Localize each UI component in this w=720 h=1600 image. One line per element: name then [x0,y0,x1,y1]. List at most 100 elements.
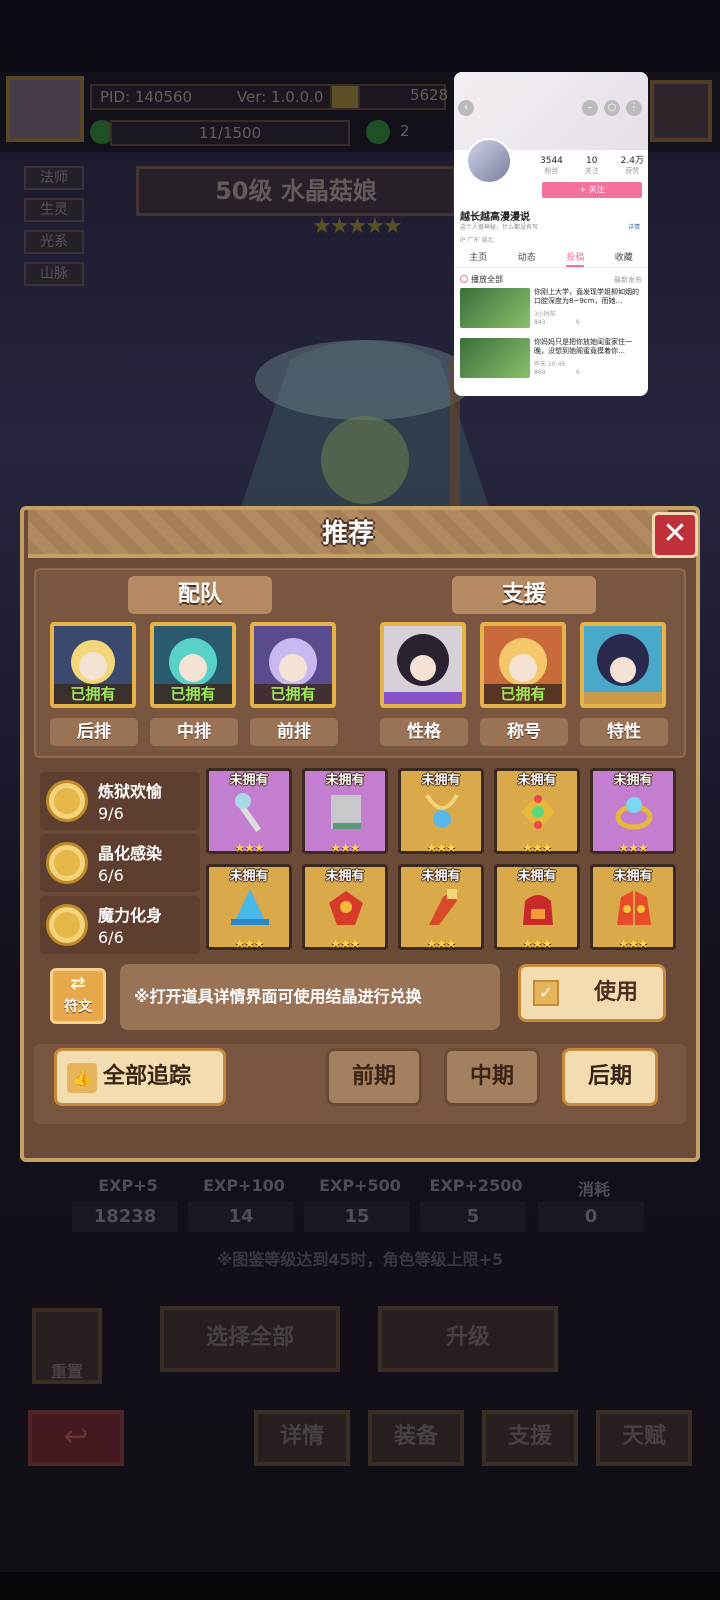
close-button[interactable]: ✕ [652,512,698,558]
video-title: 你刚上大学，竟发现学姐柳如烟的口腔深度为8~9cm，而她… [534,288,639,305]
search-icon[interactable]: ○ [604,100,620,116]
flame-gloves-icon [617,891,651,925]
not-owned-label: 未拥有 [421,869,461,884]
stat-following[interactable]: 10 关注 [585,156,599,176]
item-spellbook[interactable]: 未拥有 ★★★ [302,768,388,855]
crystal-hat-icon [231,889,269,925]
stage-mid-button[interactable]: 中期 [444,1048,540,1106]
back-arrow-icon[interactable]: ‹ [458,100,474,116]
personality-bar [384,692,462,704]
floating-video-window[interactable]: ‹ – ○ ⋮ 3544 粉丝 10 关注 2.4万 获赞 + 关注 越长越高漫漫说 … [454,72,648,396]
stat-fans[interactable]: 3544 粉丝 [540,156,563,176]
track-all-button[interactable]: 👍 全部追踪 [54,1048,226,1106]
stat-likes: 2.4万 获赞 [620,156,644,175]
item-stars: ★★★ [426,841,456,855]
not-owned-label: 未拥有 [613,869,653,884]
thumbs-up-icon: 👍 [67,1063,97,1093]
item-crystal-hat[interactable]: 未拥有 ★★★ [206,864,292,951]
item-ring[interactable]: 未拥有 ★★★ [590,768,676,855]
video-time: 昨天 10:45 [534,361,566,368]
profile-tabs: 主页 动态 投稿 收藏 [454,250,648,268]
skill-coin-icon [46,904,88,946]
not-owned-label: 未拥有 [325,773,365,788]
item-flame-gloves[interactable]: 未拥有 ★★★ [590,864,676,951]
support-label: 支援 [452,576,596,614]
follow-button[interactable]: + 关注 [542,182,642,198]
item-stars: ★★★ [234,841,264,855]
use-label: 使用 [593,980,638,1005]
skill-row[interactable]: 晶化感染 6/6 [40,834,200,892]
flame-armor-icon [329,891,363,925]
item-flame-boot[interactable]: 未拥有 ★★★ [398,864,484,951]
profile-bio: 这个人很神秘，什么都没有写 详情 [460,222,640,231]
support-portrait-trait[interactable] [580,622,666,708]
spellbook-icon [331,795,361,829]
support-label-personality: 性格 [380,718,468,746]
sort-toggle[interactable]: 最新发布 [614,275,642,285]
not-owned-label: 未拥有 [613,773,653,788]
owned-badge: 已拥有 [154,684,232,704]
item-wand[interactable]: 未拥有 ★★★ [206,768,292,855]
video-comments: 6 [576,369,580,376]
video-thumbnail [460,288,530,328]
recommend-panel: 推荐 ✕ 配队 支援 已拥有 已拥有 已拥有 已拥有 后排 中排 前排 性格 称… [20,506,700,1162]
team-portrait-back[interactable]: 已拥有 [50,622,136,708]
support-portrait-title[interactable]: 已拥有 [480,622,566,708]
rune-label: 符文 [64,999,92,1015]
video-item[interactable]: 你刚上大学，竟发现学姐柳如烟的口腔深度为8~9cm，而她… 3小时前 843 6 [460,288,644,332]
exchange-hint: ※打开道具详情界面可使用结晶进行兑换 [120,964,500,1030]
team-support-section: 配队 支援 已拥有 已拥有 已拥有 已拥有 后排 中排 前排 性格 称号 特性 [34,568,686,758]
flame-boot-icon [429,889,457,925]
position-label-front: 前排 [250,718,338,746]
item-pendant[interactable]: 未拥有 ★★★ [398,768,484,855]
item-stars: ★★★ [330,841,360,855]
item-stars: ★★★ [522,841,552,855]
item-stars: ★★★ [330,937,360,951]
video-views: 869 [534,369,546,376]
minimize-icon[interactable]: – [582,100,598,116]
item-flame-cloak[interactable]: 未拥有 ★★★ [494,864,580,951]
video-title: 你妈妈只是把你放她闺蜜家住一晚，没想到她阁蜜竟摸着你… [534,338,632,355]
skill-row[interactable]: 魔力化身 6/6 [40,896,200,954]
track-all-label: 全部追踪 [103,1064,192,1089]
video-views: 843 [534,319,546,326]
support-portrait-personality[interactable] [380,622,466,708]
item-flame-armor[interactable]: 未拥有 ★★★ [302,864,388,951]
skill-row[interactable]: 炼狱欢愉 9/6 [40,772,200,830]
rune-button[interactable]: ⇄ 符文 [50,968,106,1024]
stage-late-button[interactable]: 后期 [562,1048,658,1106]
item-stars: ★★★ [618,841,648,855]
use-button[interactable]: ✓ 使用 [518,964,666,1022]
trait-bar [584,692,662,704]
bio-text: 这个人很神秘，什么都没有写 [460,224,539,231]
stage-early-button[interactable]: 前期 [326,1048,422,1106]
tab-dynamic[interactable]: 动态 [518,250,536,267]
checkbox-icon[interactable]: ✓ [533,980,559,1006]
more-icon[interactable]: ⋮ [626,100,642,116]
bio-more-link[interactable]: 详情 [628,222,640,231]
skill-count: 9/6 [98,804,124,823]
profile-avatar[interactable] [466,138,512,184]
flame-cloak-icon [523,895,553,925]
video-thumbnail [460,338,530,378]
skill-name: 魔力化身 [98,906,163,925]
owned-badge: 已拥有 [254,684,332,704]
team-portrait-front[interactable]: 已拥有 [250,622,336,708]
team-portrait-middle[interactable]: 已拥有 [150,622,236,708]
not-owned-label: 未拥有 [421,773,461,788]
item-gem-brooch[interactable]: 未拥有 ★★★ [494,768,580,855]
stage-selector-row: 👍 全部追踪 前期 中期 后期 [34,1044,686,1124]
skill-name: 炼狱欢愉 [98,782,163,801]
video-item[interactable]: 你妈妈只是把你放她闺蜜家住一晚，没想到她阁蜜竟摸着你… 昨天 10:45 869… [460,338,644,382]
item-stars: ★★★ [618,937,648,951]
owned-badge: 已拥有 [484,684,562,704]
tab-uploads[interactable]: 投稿 [566,250,585,267]
tab-home[interactable]: 主页 [469,250,487,267]
not-owned-label: 未拥有 [229,869,269,884]
play-all-button[interactable]: 播放全部 [460,274,503,285]
ring-icon [615,797,653,830]
skill-name: 晶化感染 [98,844,163,863]
tab-favorites[interactable]: 收藏 [615,250,633,267]
video-comments: 6 [576,319,580,326]
play-icon [460,275,468,283]
